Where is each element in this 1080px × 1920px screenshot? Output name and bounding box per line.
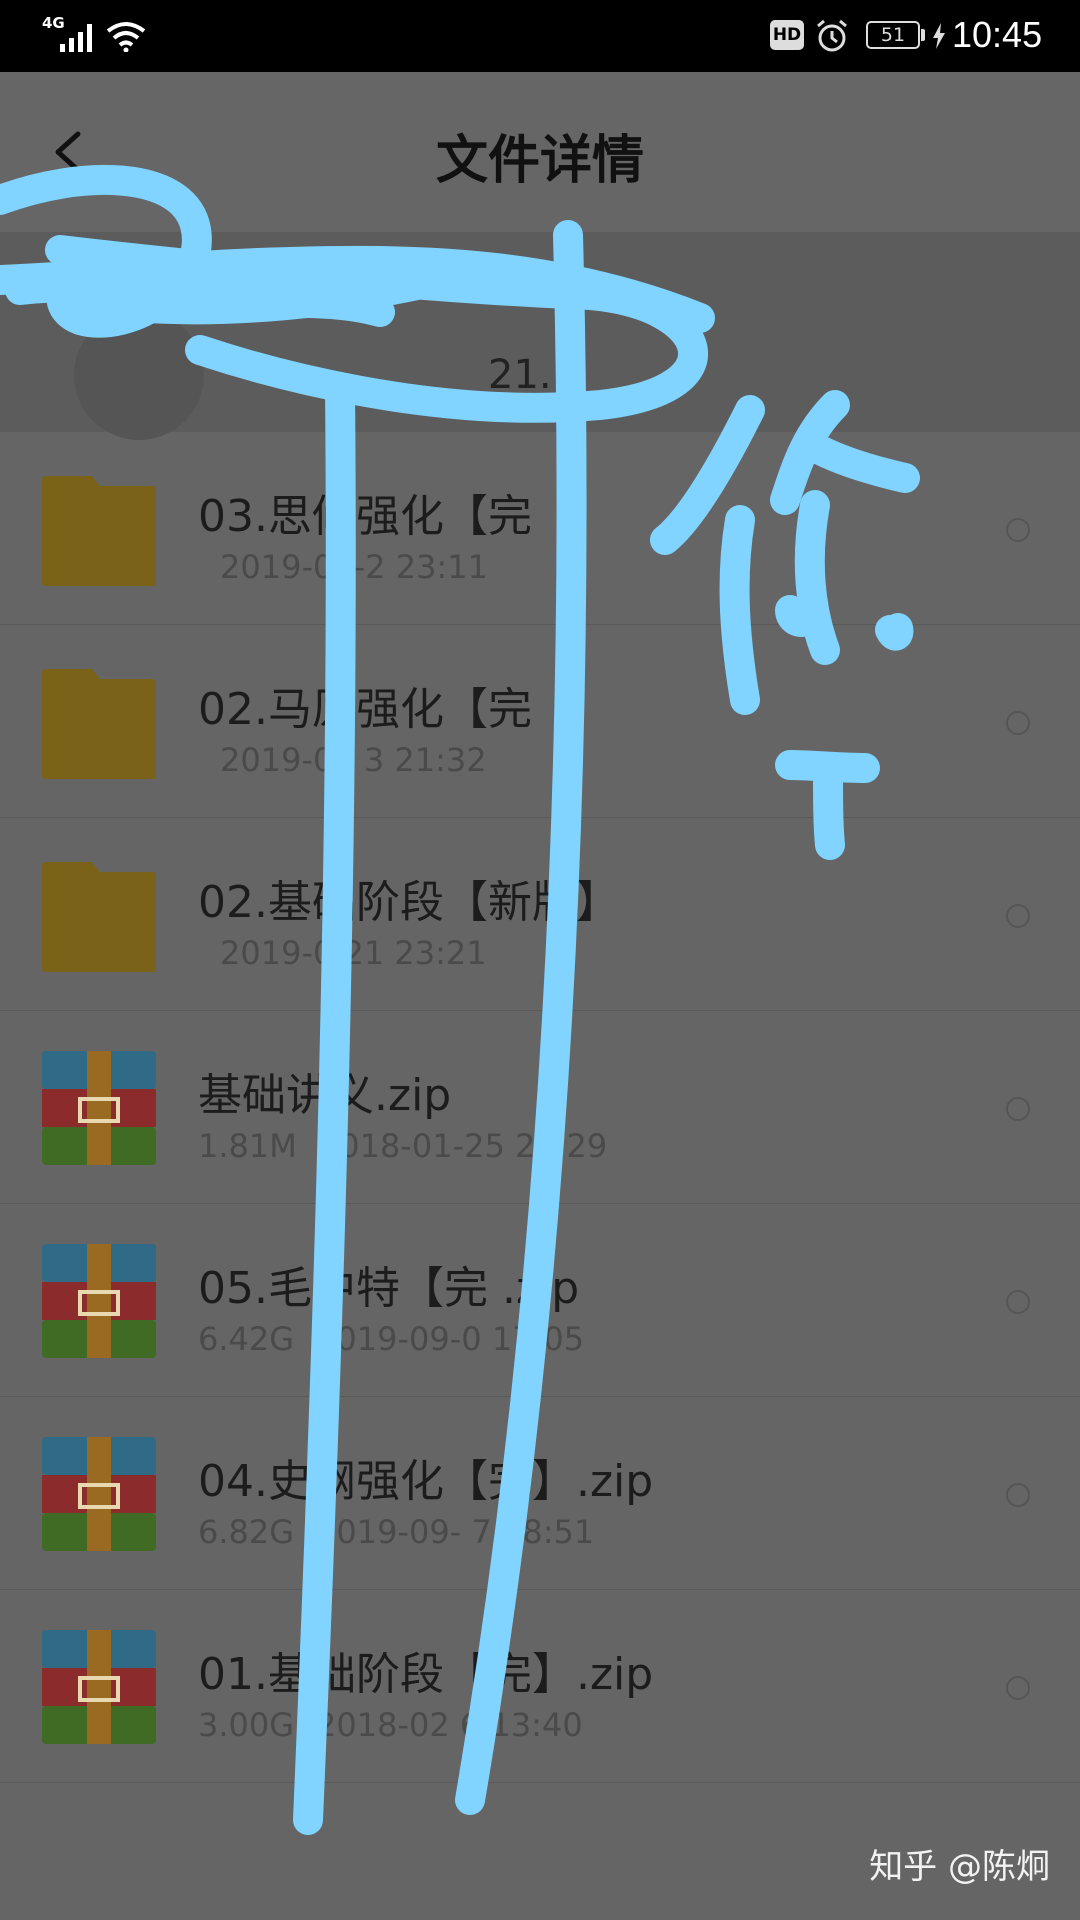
wifi-icon — [106, 22, 146, 52]
file-size: 1.81M — [198, 1127, 297, 1165]
file-date: 2019-0 21 23:21 — [220, 934, 487, 972]
file-size: 6.42G — [198, 1320, 295, 1358]
file-size: 6.82G — [198, 1513, 295, 1551]
file-date: 2018-01-25 21:29 — [318, 1127, 608, 1165]
battery-cap — [921, 29, 925, 41]
file-date: 2019-09-0 17:05 — [316, 1320, 585, 1358]
alarm-icon — [817, 19, 847, 52]
zip-archive-icon — [42, 1630, 156, 1744]
file-name: 04.史纲强化【完】.zip — [198, 1456, 654, 1507]
file-meta: 1.81M 2018-01-25 21:29 — [198, 1127, 607, 1165]
file-date: 2019-09- 7 18:51 — [316, 1513, 595, 1551]
select-radio[interactable] — [1006, 1097, 1030, 1121]
select-radio[interactable] — [1006, 518, 1030, 542]
file-row[interactable]: 02.马原强化【完 2019-05 3 21:32 — [0, 625, 1080, 818]
file-name: 基础讲义.zip — [198, 1070, 452, 1121]
page-title: 文件详情 — [435, 131, 644, 191]
status-bar: 4G HD 51 10:45 — [0, 0, 1080, 72]
file-meta: 6.82G 2019-09- 7 18:51 — [198, 1513, 594, 1551]
select-radio[interactable] — [1006, 1483, 1030, 1507]
folder-icon — [42, 862, 156, 972]
header: 文件详情 — [0, 72, 1080, 232]
screen: 4G HD 51 10:45 文件详情 21. 03.思修强化【完 2019-0… — [0, 0, 1080, 1920]
source-info-text: 21. — [488, 352, 552, 398]
file-name: 02.基础阶段【新版】 — [198, 877, 620, 928]
file-size: 3.00G — [198, 1706, 295, 1744]
folder-icon — [42, 669, 156, 779]
file-date: 2019-06-2 23:11 — [220, 548, 488, 586]
select-radio[interactable] — [1006, 904, 1030, 928]
share-source: 21. — [0, 232, 1080, 440]
file-meta: 6.42G 2019-09-0 17:05 — [198, 1320, 584, 1358]
file-row[interactable]: 02.基础阶段【新版】 2019-0 21 23:21 — [0, 818, 1080, 1011]
select-radio[interactable] — [1006, 1676, 1030, 1700]
hd-badge: HD — [770, 20, 804, 50]
file-date: 2019-05 3 21:32 — [220, 741, 487, 779]
file-row[interactable]: 01.基础阶段【完】.zip 3.00G 2018-02 6 13:40 — [0, 1590, 1080, 1783]
clock-time: 10:45 — [952, 14, 1043, 55]
zip-archive-icon — [42, 1437, 156, 1551]
file-row[interactable]: 基础讲义.zip 1.81M 2018-01-25 21:29 — [0, 1011, 1080, 1204]
file-meta: 3.00G 2018-02 6 13:40 — [198, 1706, 583, 1744]
file-name: 05.毛中特【完 .zip — [198, 1263, 580, 1314]
file-meta: 2019-06-2 23:11 — [198, 548, 488, 586]
file-name: 03.思修强化【完 — [198, 491, 532, 542]
file-list: 03.思修强化【完 2019-06-2 23:11 02.马原强化【完 2019-05… — [0, 432, 1080, 1783]
file-row[interactable]: 04.史纲强化【完】.zip 6.82G 2019-09- 7 18:51 — [0, 1397, 1080, 1590]
charging-icon — [933, 23, 945, 49]
file-meta: 2019-0 21 23:21 — [198, 934, 487, 972]
signal-icon — [60, 24, 92, 52]
file-date: 2018-02 6 13:40 — [316, 1706, 583, 1744]
avatar — [74, 310, 204, 440]
zip-archive-icon — [42, 1244, 156, 1358]
battery-level: 51 — [866, 21, 920, 49]
watermark: 知乎 @陈炯 — [869, 1847, 1050, 1887]
select-radio[interactable] — [1006, 711, 1030, 735]
select-radio[interactable] — [1006, 1290, 1030, 1314]
file-name: 01.基础阶段【完】.zip — [198, 1649, 654, 1700]
file-meta: 2019-05 3 21:32 — [198, 741, 487, 779]
file-name: 02.马原强化【完 — [198, 684, 532, 735]
folder-icon — [42, 476, 156, 586]
zip-archive-icon — [42, 1051, 156, 1165]
file-row[interactable]: 03.思修强化【完 2019-06-2 23:11 — [0, 432, 1080, 625]
file-row[interactable]: 05.毛中特【完 .zip 6.42G 2019-09-0 17:05 — [0, 1204, 1080, 1397]
